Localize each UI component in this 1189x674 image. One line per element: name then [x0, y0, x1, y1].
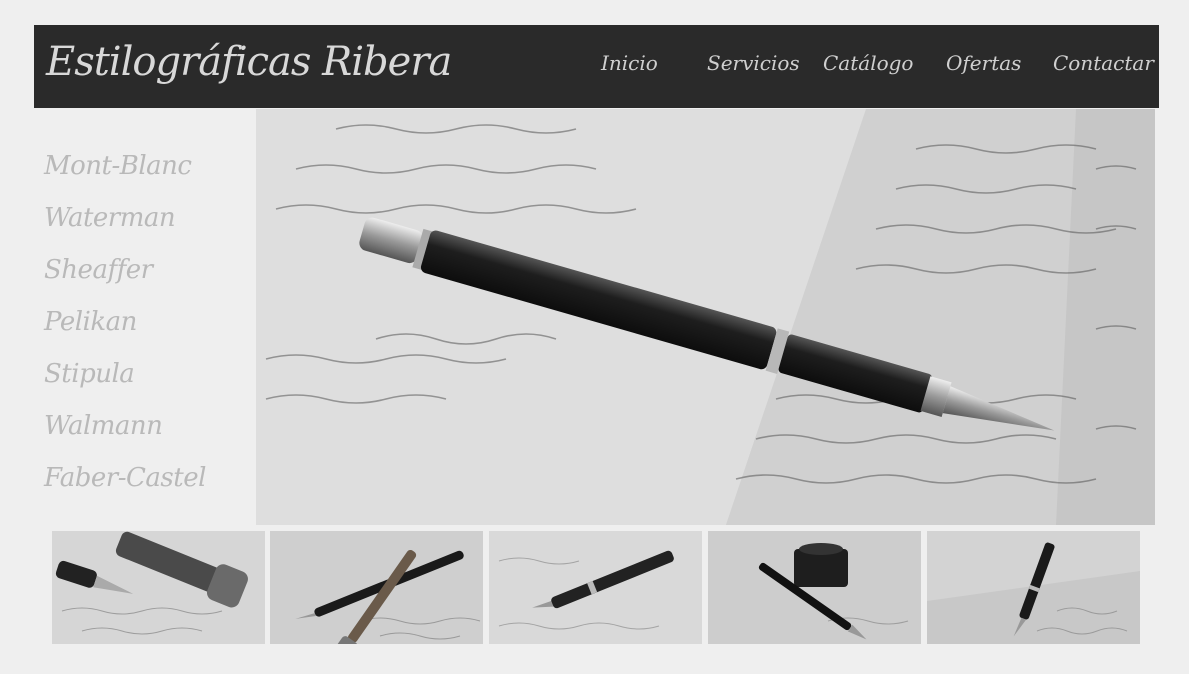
nav-catalogo[interactable]: Catálogo	[823, 51, 913, 75]
brand-sidebar: Mont-Blanc Waterman Sheaffer Pelikan Sti…	[44, 146, 249, 510]
thumbnail-3-image	[489, 531, 702, 644]
nav-servicios[interactable]: Servicios	[707, 51, 800, 75]
site-header: Estilográficas Ribera Inicio Servicios C…	[34, 25, 1159, 108]
thumbnail-1-image	[52, 531, 265, 644]
brand-link-walmann[interactable]: Walmann	[44, 406, 249, 458]
hero-image	[256, 109, 1155, 525]
brand-link-pelikan[interactable]: Pelikan	[44, 302, 249, 354]
main-nav: Inicio Servicios Catálogo Ofertas Contac…	[34, 51, 1159, 81]
thumbnail-2[interactable]	[270, 531, 483, 644]
thumbnail-1[interactable]	[52, 531, 265, 644]
brand-link-sheaffer[interactable]: Sheaffer	[44, 250, 249, 302]
hero-pen-illustration	[256, 109, 1155, 525]
brand-link-mont-blanc[interactable]: Mont-Blanc	[44, 146, 249, 198]
nav-inicio[interactable]: Inicio	[601, 51, 658, 75]
thumbnail-5-image	[927, 531, 1140, 644]
nav-ofertas[interactable]: Ofertas	[946, 51, 1021, 75]
thumbnail-5[interactable]	[927, 531, 1140, 644]
brand-link-stipula[interactable]: Stipula	[44, 354, 249, 406]
thumbnail-gallery	[52, 531, 1142, 644]
thumbnail-4[interactable]	[708, 531, 921, 644]
brand-link-waterman[interactable]: Waterman	[44, 198, 249, 250]
thumbnail-4-image	[708, 531, 921, 644]
thumbnail-2-image	[270, 531, 483, 644]
thumbnail-3[interactable]	[489, 531, 702, 644]
brand-link-faber-castel[interactable]: Faber-Castel	[44, 458, 249, 510]
nav-contactar[interactable]: Contactar	[1053, 51, 1154, 75]
